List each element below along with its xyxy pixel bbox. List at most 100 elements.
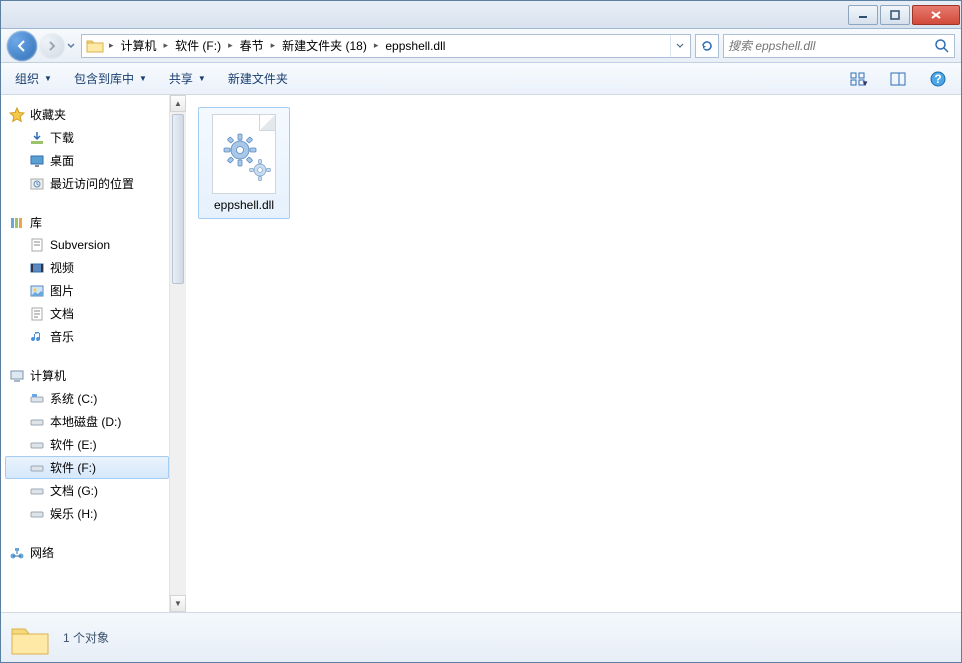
content-area: 收藏夹 下载 桌面 最近访问的位置 库 Subversio bbox=[1, 95, 961, 612]
nav-item-documents[interactable]: 文档 bbox=[5, 302, 169, 325]
status-text: 1 个对象 bbox=[63, 629, 109, 646]
refresh-icon bbox=[700, 39, 714, 53]
document-icon bbox=[29, 306, 45, 322]
chevron-right-icon[interactable]: ▸ bbox=[371, 40, 382, 51]
chevron-down-icon bbox=[676, 43, 684, 49]
preview-pane-button[interactable] bbox=[885, 68, 911, 90]
drive-icon bbox=[29, 460, 45, 476]
search-input[interactable] bbox=[728, 39, 934, 53]
nav-item-label: 系统 (C:) bbox=[50, 390, 97, 407]
breadcrumb[interactable]: ▸ 计算机 ▸ 软件 (F:) ▸ 春节 ▸ 新建文件夹 (18) ▸ epps… bbox=[81, 34, 691, 58]
scroll-down-button[interactable]: ▼ bbox=[170, 595, 186, 612]
nav-group-computer[interactable]: 计算机 bbox=[5, 364, 169, 387]
include-in-library-button[interactable]: 包含到库中▼ bbox=[70, 67, 151, 90]
music-icon bbox=[29, 329, 45, 345]
new-folder-label: 新建文件夹 bbox=[228, 70, 288, 87]
nav-group-favorites[interactable]: 收藏夹 bbox=[5, 103, 169, 126]
nav-group-label: 库 bbox=[30, 214, 42, 231]
document-icon bbox=[29, 237, 45, 253]
file-item[interactable]: eppshell.dll bbox=[198, 107, 290, 219]
close-button[interactable] bbox=[912, 5, 960, 25]
nav-group-label: 收藏夹 bbox=[30, 106, 66, 123]
library-icon bbox=[9, 215, 25, 231]
dll-file-icon bbox=[212, 114, 276, 194]
breadcrumb-segment[interactable]: 新建文件夹 (18) bbox=[278, 35, 371, 57]
nav-item-drive-e[interactable]: 软件 (E:) bbox=[5, 433, 169, 456]
share-button[interactable]: 共享 ▼ bbox=[165, 67, 210, 90]
download-icon bbox=[29, 130, 45, 146]
breadcrumb-segment[interactable]: eppshell.dll bbox=[381, 35, 449, 57]
nav-item-drive-c[interactable]: 系统 (C:) bbox=[5, 387, 169, 410]
nav-item-subversion[interactable]: Subversion bbox=[5, 234, 169, 256]
drive-icon bbox=[29, 437, 45, 453]
nav-item-downloads[interactable]: 下载 bbox=[5, 126, 169, 149]
back-button[interactable] bbox=[7, 31, 37, 61]
nav-item-drive-h[interactable]: 娱乐 (H:) bbox=[5, 502, 169, 525]
chevron-down-icon: ▼ bbox=[861, 79, 869, 88]
forward-button[interactable] bbox=[39, 33, 65, 59]
minimize-icon bbox=[858, 10, 868, 20]
arrow-left-icon bbox=[15, 39, 29, 53]
help-icon: ? bbox=[930, 71, 946, 87]
organize-label: 组织 bbox=[15, 70, 39, 87]
nav-item-label: 桌面 bbox=[50, 152, 74, 169]
breadcrumb-segment[interactable]: 计算机 bbox=[117, 35, 161, 57]
nav-group-network[interactable]: 网络 bbox=[5, 541, 169, 564]
search-box[interactable] bbox=[723, 34, 955, 58]
window-controls bbox=[846, 5, 960, 25]
maximize-button[interactable] bbox=[880, 5, 910, 25]
nav-group-label: 网络 bbox=[30, 544, 54, 561]
nav-item-drive-f[interactable]: 软件 (F:) bbox=[5, 456, 169, 479]
chevron-right-icon[interactable]: ▸ bbox=[268, 40, 279, 51]
address-bar: ▸ 计算机 ▸ 软件 (F:) ▸ 春节 ▸ 新建文件夹 (18) ▸ epps… bbox=[1, 29, 961, 63]
view-options-button[interactable]: ▼ bbox=[845, 68, 871, 90]
nav-item-label: 视频 bbox=[50, 259, 74, 276]
minimize-button[interactable] bbox=[848, 5, 878, 25]
drive-icon bbox=[29, 391, 45, 407]
chevron-right-icon[interactable]: ▸ bbox=[225, 40, 236, 51]
chevron-down-icon: ▼ bbox=[44, 74, 52, 83]
include-label: 包含到库中 bbox=[74, 70, 134, 87]
nav-item-desktop[interactable]: 桌面 bbox=[5, 149, 169, 172]
recent-icon bbox=[29, 176, 45, 192]
drive-icon bbox=[29, 506, 45, 522]
nav-item-videos[interactable]: 视频 bbox=[5, 256, 169, 279]
picture-icon bbox=[29, 283, 45, 299]
history-dropdown[interactable] bbox=[65, 43, 77, 49]
nav-item-drive-d[interactable]: 本地磁盘 (D:) bbox=[5, 410, 169, 433]
status-bar: 1 个对象 bbox=[1, 612, 961, 662]
scroll-thumb[interactable] bbox=[172, 114, 184, 284]
chevron-right-icon[interactable]: ▸ bbox=[161, 40, 172, 51]
scroll-up-button[interactable]: ▲ bbox=[170, 95, 186, 112]
file-list[interactable]: eppshell.dll bbox=[186, 95, 961, 612]
nav-item-label: 娱乐 (H:) bbox=[50, 505, 97, 522]
video-icon bbox=[29, 260, 45, 276]
breadcrumb-segment[interactable]: 软件 (F:) bbox=[171, 35, 225, 57]
nav-scrollbar[interactable]: ▲ ▼ bbox=[169, 95, 186, 612]
nav-item-label: 文档 (G:) bbox=[50, 482, 98, 499]
help-button[interactable]: ? bbox=[925, 68, 951, 90]
nav-item-label: 软件 (F:) bbox=[50, 459, 96, 476]
nav-item-recent[interactable]: 最近访问的位置 bbox=[5, 172, 169, 195]
desktop-icon bbox=[29, 153, 45, 169]
chevron-down-icon bbox=[67, 43, 75, 49]
nav-group-label: 计算机 bbox=[30, 367, 66, 384]
new-folder-button[interactable]: 新建文件夹 bbox=[224, 67, 292, 90]
network-icon bbox=[9, 545, 25, 561]
search-icon[interactable] bbox=[934, 38, 950, 54]
nav-item-drive-g[interactable]: 文档 (G:) bbox=[5, 479, 169, 502]
breadcrumb-segment[interactable]: 春节 bbox=[236, 35, 268, 57]
nav-item-music[interactable]: 音乐 bbox=[5, 325, 169, 348]
organize-button[interactable]: 组织 ▼ bbox=[11, 67, 56, 90]
chevron-right-icon[interactable]: ▸ bbox=[106, 40, 117, 51]
title-bar bbox=[1, 1, 961, 29]
share-label: 共享 bbox=[169, 70, 193, 87]
nav-item-label: Subversion bbox=[50, 238, 110, 252]
refresh-button[interactable] bbox=[695, 34, 719, 58]
scroll-track[interactable] bbox=[170, 112, 186, 595]
star-icon bbox=[9, 107, 25, 123]
chevron-down-icon: ▼ bbox=[198, 74, 206, 83]
breadcrumb-dropdown[interactable] bbox=[670, 35, 688, 57]
nav-item-pictures[interactable]: 图片 bbox=[5, 279, 169, 302]
nav-group-libraries[interactable]: 库 bbox=[5, 211, 169, 234]
